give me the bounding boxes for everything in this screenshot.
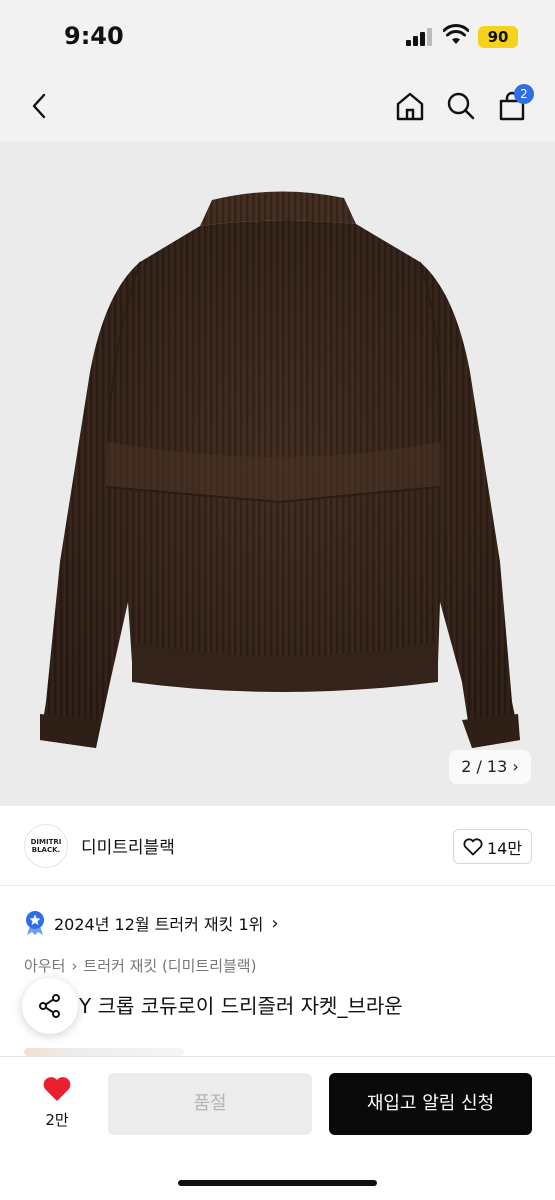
status-time: 9:40 [64,22,124,50]
soldout-button: 품절 [108,1073,312,1135]
chevron-right-icon: › [71,956,78,975]
category-breadcrumb: 아우터 › 트러커 재킷 (디미트리블랙) [24,955,256,976]
ranking-text: 2024년 12월 트러커 재킷 1위 [54,915,264,934]
search-icon [447,92,475,120]
cart-button[interactable]: 2 [492,84,534,126]
wishlist-count: 2만 [45,1111,69,1129]
status-bar: 9:40 90 [0,0,555,70]
navigation-bar: 2 [0,70,555,142]
bottom-action-bar: 2만 품절 재입고 알림 신청 [0,1056,555,1200]
product-title-text: Y 크롭 코듀로이 드리즐러 자켓_브라운 [79,994,403,1018]
ranking-link[interactable]: 2024년 12월 트러커 재킷 1위 › [24,908,279,938]
home-button[interactable] [390,86,430,126]
breadcrumb-subcategory[interactable]: 트러커 재킷 (디미트리블랙) [83,955,256,976]
brand-row: DIMITRI BLACK. 디미트리블랙 14만 [0,806,555,886]
rating-row-partial [24,1048,184,1056]
signal-icon [406,28,434,46]
image-counter[interactable]: 2 / 13 › [449,750,531,784]
brand-like-count: 14만 [486,838,523,858]
image-counter-text: 2 / 13 [461,757,508,776]
share-button[interactable] [22,978,78,1034]
product-title: Y 크롭 코듀로이 드리즐러 자켓_브라운 [24,990,534,1019]
heart-outline-icon [463,837,483,855]
brand-logo-text-line1: DIMITRI [30,838,62,846]
breadcrumb-category[interactable]: 아우터 [24,955,65,976]
brand-like-button[interactable]: 14만 [453,829,532,864]
wishlist-button[interactable]: 2만 [30,1075,84,1135]
home-indicator [178,1180,377,1186]
back-button[interactable] [20,86,60,126]
share-icon [39,994,60,1018]
cart-count-badge: 2 [514,84,534,104]
ranking-badge-icon [24,910,46,936]
jacket-product-image [40,191,520,748]
wifi-icon [442,24,470,46]
chevron-right-icon: › [271,912,279,934]
brand-name-link[interactable]: 디미트리블랙 [81,833,175,858]
chevron-left-icon [32,93,46,119]
brand-logo[interactable]: DIMITRI BLACK. [24,824,68,868]
heart-filled-icon [43,1077,71,1101]
product-image-gallery[interactable]: 2 / 13 › [0,142,555,806]
restock-alert-button[interactable]: 재입고 알림 신청 [329,1073,532,1135]
chevron-right-icon: › [512,757,519,776]
home-icon [396,92,424,121]
brand-logo-text-line2: BLACK. [31,846,61,854]
search-button[interactable] [441,86,481,126]
battery-indicator: 90 [478,26,518,48]
